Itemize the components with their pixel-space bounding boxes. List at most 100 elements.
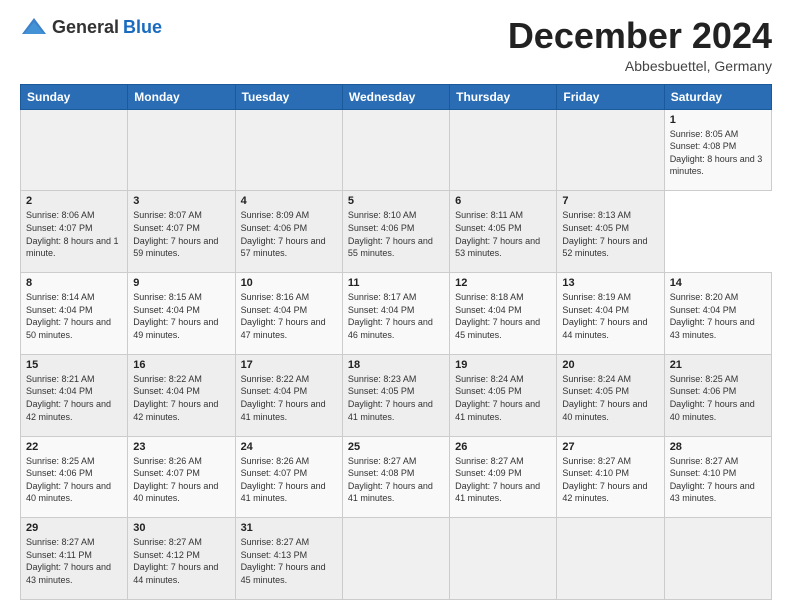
day-number: 21	[670, 359, 766, 371]
calendar-header-row: SundayMondayTuesdayWednesdayThursdayFrid…	[21, 84, 772, 109]
calendar-cell: 17 Sunrise: 8:22 AMSunset: 4:04 PMDayligh…	[235, 354, 342, 436]
logo-text-general: General	[52, 17, 119, 38]
day-number: 14	[670, 277, 766, 289]
calendar-cell: 30Sunrise: 8:27 AMSunset: 4:12 PMDayligh…	[128, 518, 235, 600]
calendar-header-friday: Friday	[557, 84, 664, 109]
location-title: Abbesbuettel, Germany	[508, 58, 772, 74]
calendar-cell: 6 Sunrise: 8:11 AMSunset: 4:05 PMDaylight…	[450, 191, 557, 273]
calendar-cell	[128, 109, 235, 191]
calendar-cell: 25Sunrise: 8:27 AMSunset: 4:08 PMDayligh…	[342, 436, 449, 518]
calendar-week-1: 1Sunrise: 8:05 AMSunset: 4:08 PMDaylight…	[21, 109, 772, 191]
calendar-header-wednesday: Wednesday	[342, 84, 449, 109]
day-info: Sunrise: 8:06 AMSunset: 4:07 PMDaylight:…	[26, 209, 122, 259]
day-number: 3	[133, 195, 229, 207]
calendar-header-monday: Monday	[128, 84, 235, 109]
logo-area: GeneralBlue	[20, 16, 162, 38]
day-info: Sunrise: 8:16 AMSunset: 4:04 PMDaylight:…	[241, 291, 337, 341]
calendar-week-4: 15Sunrise: 8:21 AMSunset: 4:04 PMDayligh…	[21, 354, 772, 436]
day-number: 25	[348, 441, 444, 453]
day-info: Sunrise: 8:27 AMSunset: 4:12 PMDaylight:…	[133, 536, 229, 586]
calendar-cell: 8Sunrise: 8:14 AMSunset: 4:04 PMDaylight…	[21, 273, 128, 355]
calendar-cell: 21 Sunrise: 8:25 AMSunset: 4:06 PMDayligh…	[664, 354, 771, 436]
day-info: Sunrise: 8:18 AMSunset: 4:04 PMDaylight:…	[455, 291, 551, 341]
day-info: Sunrise: 8:27 AMSunset: 4:10 PMDaylight:…	[670, 455, 766, 505]
calendar-week-2: 2 Sunrise: 8:06 AMSunset: 4:07 PMDaylight…	[21, 191, 772, 273]
calendar-cell: 7 Sunrise: 8:13 AMSunset: 4:05 PMDaylight…	[557, 191, 664, 273]
day-number: 7	[562, 195, 658, 207]
calendar-body: 1Sunrise: 8:05 AMSunset: 4:08 PMDaylight…	[21, 109, 772, 599]
calendar-cell: 3Sunrise: 8:07 AMSunset: 4:07 PMDaylight…	[128, 191, 235, 273]
calendar-week-3: 8Sunrise: 8:14 AMSunset: 4:04 PMDaylight…	[21, 273, 772, 355]
day-number: 6	[455, 195, 551, 207]
day-info: Sunrise: 8:13 AMSunset: 4:05 PMDaylight:…	[562, 209, 658, 259]
day-info: Sunrise: 8:21 AMSunset: 4:04 PMDaylight:…	[26, 373, 122, 423]
day-info: Sunrise: 8:22 AMSunset: 4:04 PMDaylight:…	[241, 373, 337, 423]
calendar-cell: 28 Sunrise: 8:27 AMSunset: 4:10 PMDayligh…	[664, 436, 771, 518]
logo-icon	[20, 16, 48, 38]
day-info: Sunrise: 8:22 AMSunset: 4:04 PMDaylight:…	[133, 373, 229, 423]
calendar-cell: 18Sunrise: 8:23 AMSunset: 4:05 PMDayligh…	[342, 354, 449, 436]
day-info: Sunrise: 8:25 AMSunset: 4:06 PMDaylight:…	[670, 373, 766, 423]
calendar-cell	[235, 109, 342, 191]
day-number: 5	[348, 195, 444, 207]
title-area: December 2024 Abbesbuettel, Germany	[508, 16, 772, 74]
calendar-cell: 29Sunrise: 8:27 AMSunset: 4:11 PMDayligh…	[21, 518, 128, 600]
calendar-cell	[342, 518, 449, 600]
day-info: Sunrise: 8:19 AMSunset: 4:04 PMDaylight:…	[562, 291, 658, 341]
day-info: Sunrise: 8:27 AMSunset: 4:10 PMDaylight:…	[562, 455, 658, 505]
day-info: Sunrise: 8:27 AMSunset: 4:11 PMDaylight:…	[26, 536, 122, 586]
day-info: Sunrise: 8:09 AMSunset: 4:06 PMDaylight:…	[241, 209, 337, 259]
day-number: 16	[133, 359, 229, 371]
header: GeneralBlue December 2024 Abbesbuettel, …	[20, 16, 772, 74]
calendar-cell: 22 Sunrise: 8:25 AMSunset: 4:06 PMDayligh…	[21, 436, 128, 518]
calendar-cell: 10Sunrise: 8:16 AMSunset: 4:04 PMDayligh…	[235, 273, 342, 355]
day-number: 31	[241, 522, 337, 534]
calendar-cell: 16 Sunrise: 8:22 AMSunset: 4:04 PMDayligh…	[128, 354, 235, 436]
calendar-cell: 27 Sunrise: 8:27 AMSunset: 4:10 PMDayligh…	[557, 436, 664, 518]
calendar-header-thursday: Thursday	[450, 84, 557, 109]
calendar-cell	[557, 109, 664, 191]
calendar-cell: 24Sunrise: 8:26 AMSunset: 4:07 PMDayligh…	[235, 436, 342, 518]
day-info: Sunrise: 8:24 AMSunset: 4:05 PMDaylight:…	[562, 373, 658, 423]
calendar-header-saturday: Saturday	[664, 84, 771, 109]
calendar-cell	[557, 518, 664, 600]
day-number: 9	[133, 277, 229, 289]
calendar-cell	[664, 518, 771, 600]
calendar-cell: 23Sunrise: 8:26 AMSunset: 4:07 PMDayligh…	[128, 436, 235, 518]
day-number: 2	[26, 195, 122, 207]
calendar-cell	[342, 109, 449, 191]
calendar-cell	[450, 109, 557, 191]
calendar-header-sunday: Sunday	[21, 84, 128, 109]
calendar-cell: 20 Sunrise: 8:24 AMSunset: 4:05 PMDayligh…	[557, 354, 664, 436]
calendar-cell: 9Sunrise: 8:15 AMSunset: 4:04 PMDaylight…	[128, 273, 235, 355]
calendar-week-6: 29Sunrise: 8:27 AMSunset: 4:11 PMDayligh…	[21, 518, 772, 600]
page: GeneralBlue December 2024 Abbesbuettel, …	[0, 0, 792, 612]
day-number: 27	[562, 441, 658, 453]
calendar-week-5: 22 Sunrise: 8:25 AMSunset: 4:06 PMDayligh…	[21, 436, 772, 518]
day-number: 17	[241, 359, 337, 371]
day-info: Sunrise: 8:10 AMSunset: 4:06 PMDaylight:…	[348, 209, 444, 259]
calendar-cell: 14Sunrise: 8:20 AMSunset: 4:04 PMDayligh…	[664, 273, 771, 355]
day-info: Sunrise: 8:27 AMSunset: 4:09 PMDaylight:…	[455, 455, 551, 505]
calendar-cell: 15Sunrise: 8:21 AMSunset: 4:04 PMDayligh…	[21, 354, 128, 436]
calendar-cell: 1Sunrise: 8:05 AMSunset: 4:08 PMDaylight…	[664, 109, 771, 191]
day-number: 22	[26, 441, 122, 453]
day-number: 20	[562, 359, 658, 371]
calendar-cell: 26 Sunrise: 8:27 AMSunset: 4:09 PMDayligh…	[450, 436, 557, 518]
day-number: 23	[133, 441, 229, 453]
day-number: 26	[455, 441, 551, 453]
calendar-cell	[21, 109, 128, 191]
day-info: Sunrise: 8:05 AMSunset: 4:08 PMDaylight:…	[670, 128, 766, 178]
day-number: 24	[241, 441, 337, 453]
calendar-cell: 11Sunrise: 8:17 AMSunset: 4:04 PMDayligh…	[342, 273, 449, 355]
calendar-cell: 13Sunrise: 8:19 AMSunset: 4:04 PMDayligh…	[557, 273, 664, 355]
day-info: Sunrise: 8:23 AMSunset: 4:05 PMDaylight:…	[348, 373, 444, 423]
day-number: 11	[348, 277, 444, 289]
month-title: December 2024	[508, 16, 772, 56]
calendar-cell: 4Sunrise: 8:09 AMSunset: 4:06 PMDaylight…	[235, 191, 342, 273]
day-number: 28	[670, 441, 766, 453]
day-info: Sunrise: 8:25 AMSunset: 4:06 PMDaylight:…	[26, 455, 122, 505]
day-info: Sunrise: 8:11 AMSunset: 4:05 PMDaylight:…	[455, 209, 551, 259]
calendar-header-tuesday: Tuesday	[235, 84, 342, 109]
day-number: 12	[455, 277, 551, 289]
